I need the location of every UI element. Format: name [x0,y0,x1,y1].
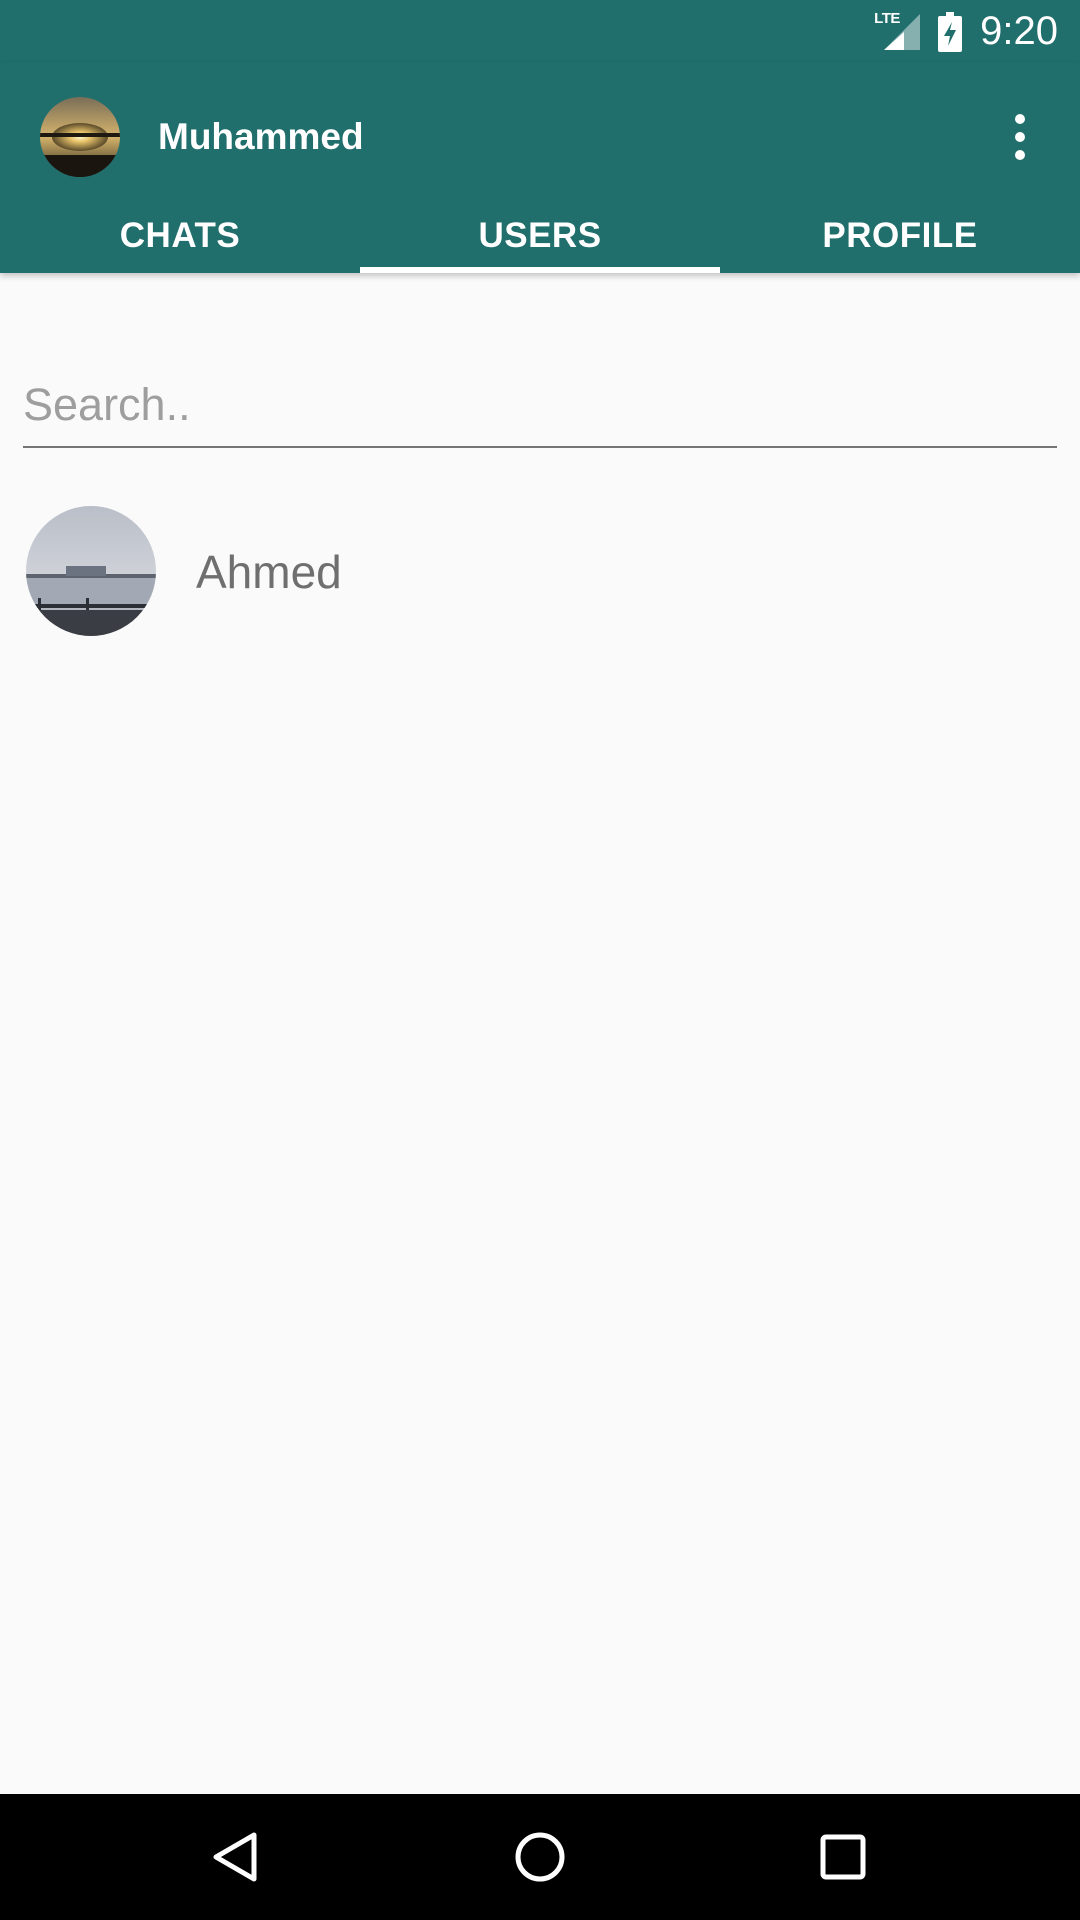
tab-bar: CHATS USERS PROFILE [0,211,1080,273]
tab-selected-indicator [360,267,720,273]
current-user-name: Muhammed [158,116,364,157]
system-nav-bar [0,1794,1080,1920]
menu-dot [1015,150,1025,160]
more-vert-icon[interactable] [984,101,1056,173]
app-bar: Muhammed CHATS USERS PROFILE [0,63,1080,273]
recents-icon[interactable] [803,1817,883,1897]
network-type-label: LTE [874,9,900,27]
menu-dot [1015,132,1025,142]
contact-name: Ahmed [196,546,342,598]
tab-chats-label: CHATS [119,216,241,255]
back-icon[interactable] [196,1817,276,1897]
lte-signal-icon: LTE [874,9,921,52]
tab-users[interactable]: USERS [360,211,720,273]
tab-profile[interactable]: PROFILE [720,211,1080,273]
user-avatar[interactable] [40,97,120,177]
tab-users-label: USERS [478,216,602,255]
search-field [23,370,1057,448]
contact-avatar [26,506,156,636]
search-input[interactable] [23,370,1057,440]
user-list-item[interactable]: Ahmed [0,494,1080,650]
clock: 9:20 [980,9,1058,53]
tab-chats[interactable]: CHATS [0,211,360,273]
menu-dot [1015,114,1025,124]
status-bar: LTE 9:20 [0,0,1080,63]
status-icons: LTE 9:20 [874,0,1058,63]
toolbar: Muhammed [0,63,1080,211]
tab-profile-label: PROFILE [822,216,978,255]
home-icon[interactable] [500,1817,580,1897]
battery-charging-icon [938,11,963,52]
